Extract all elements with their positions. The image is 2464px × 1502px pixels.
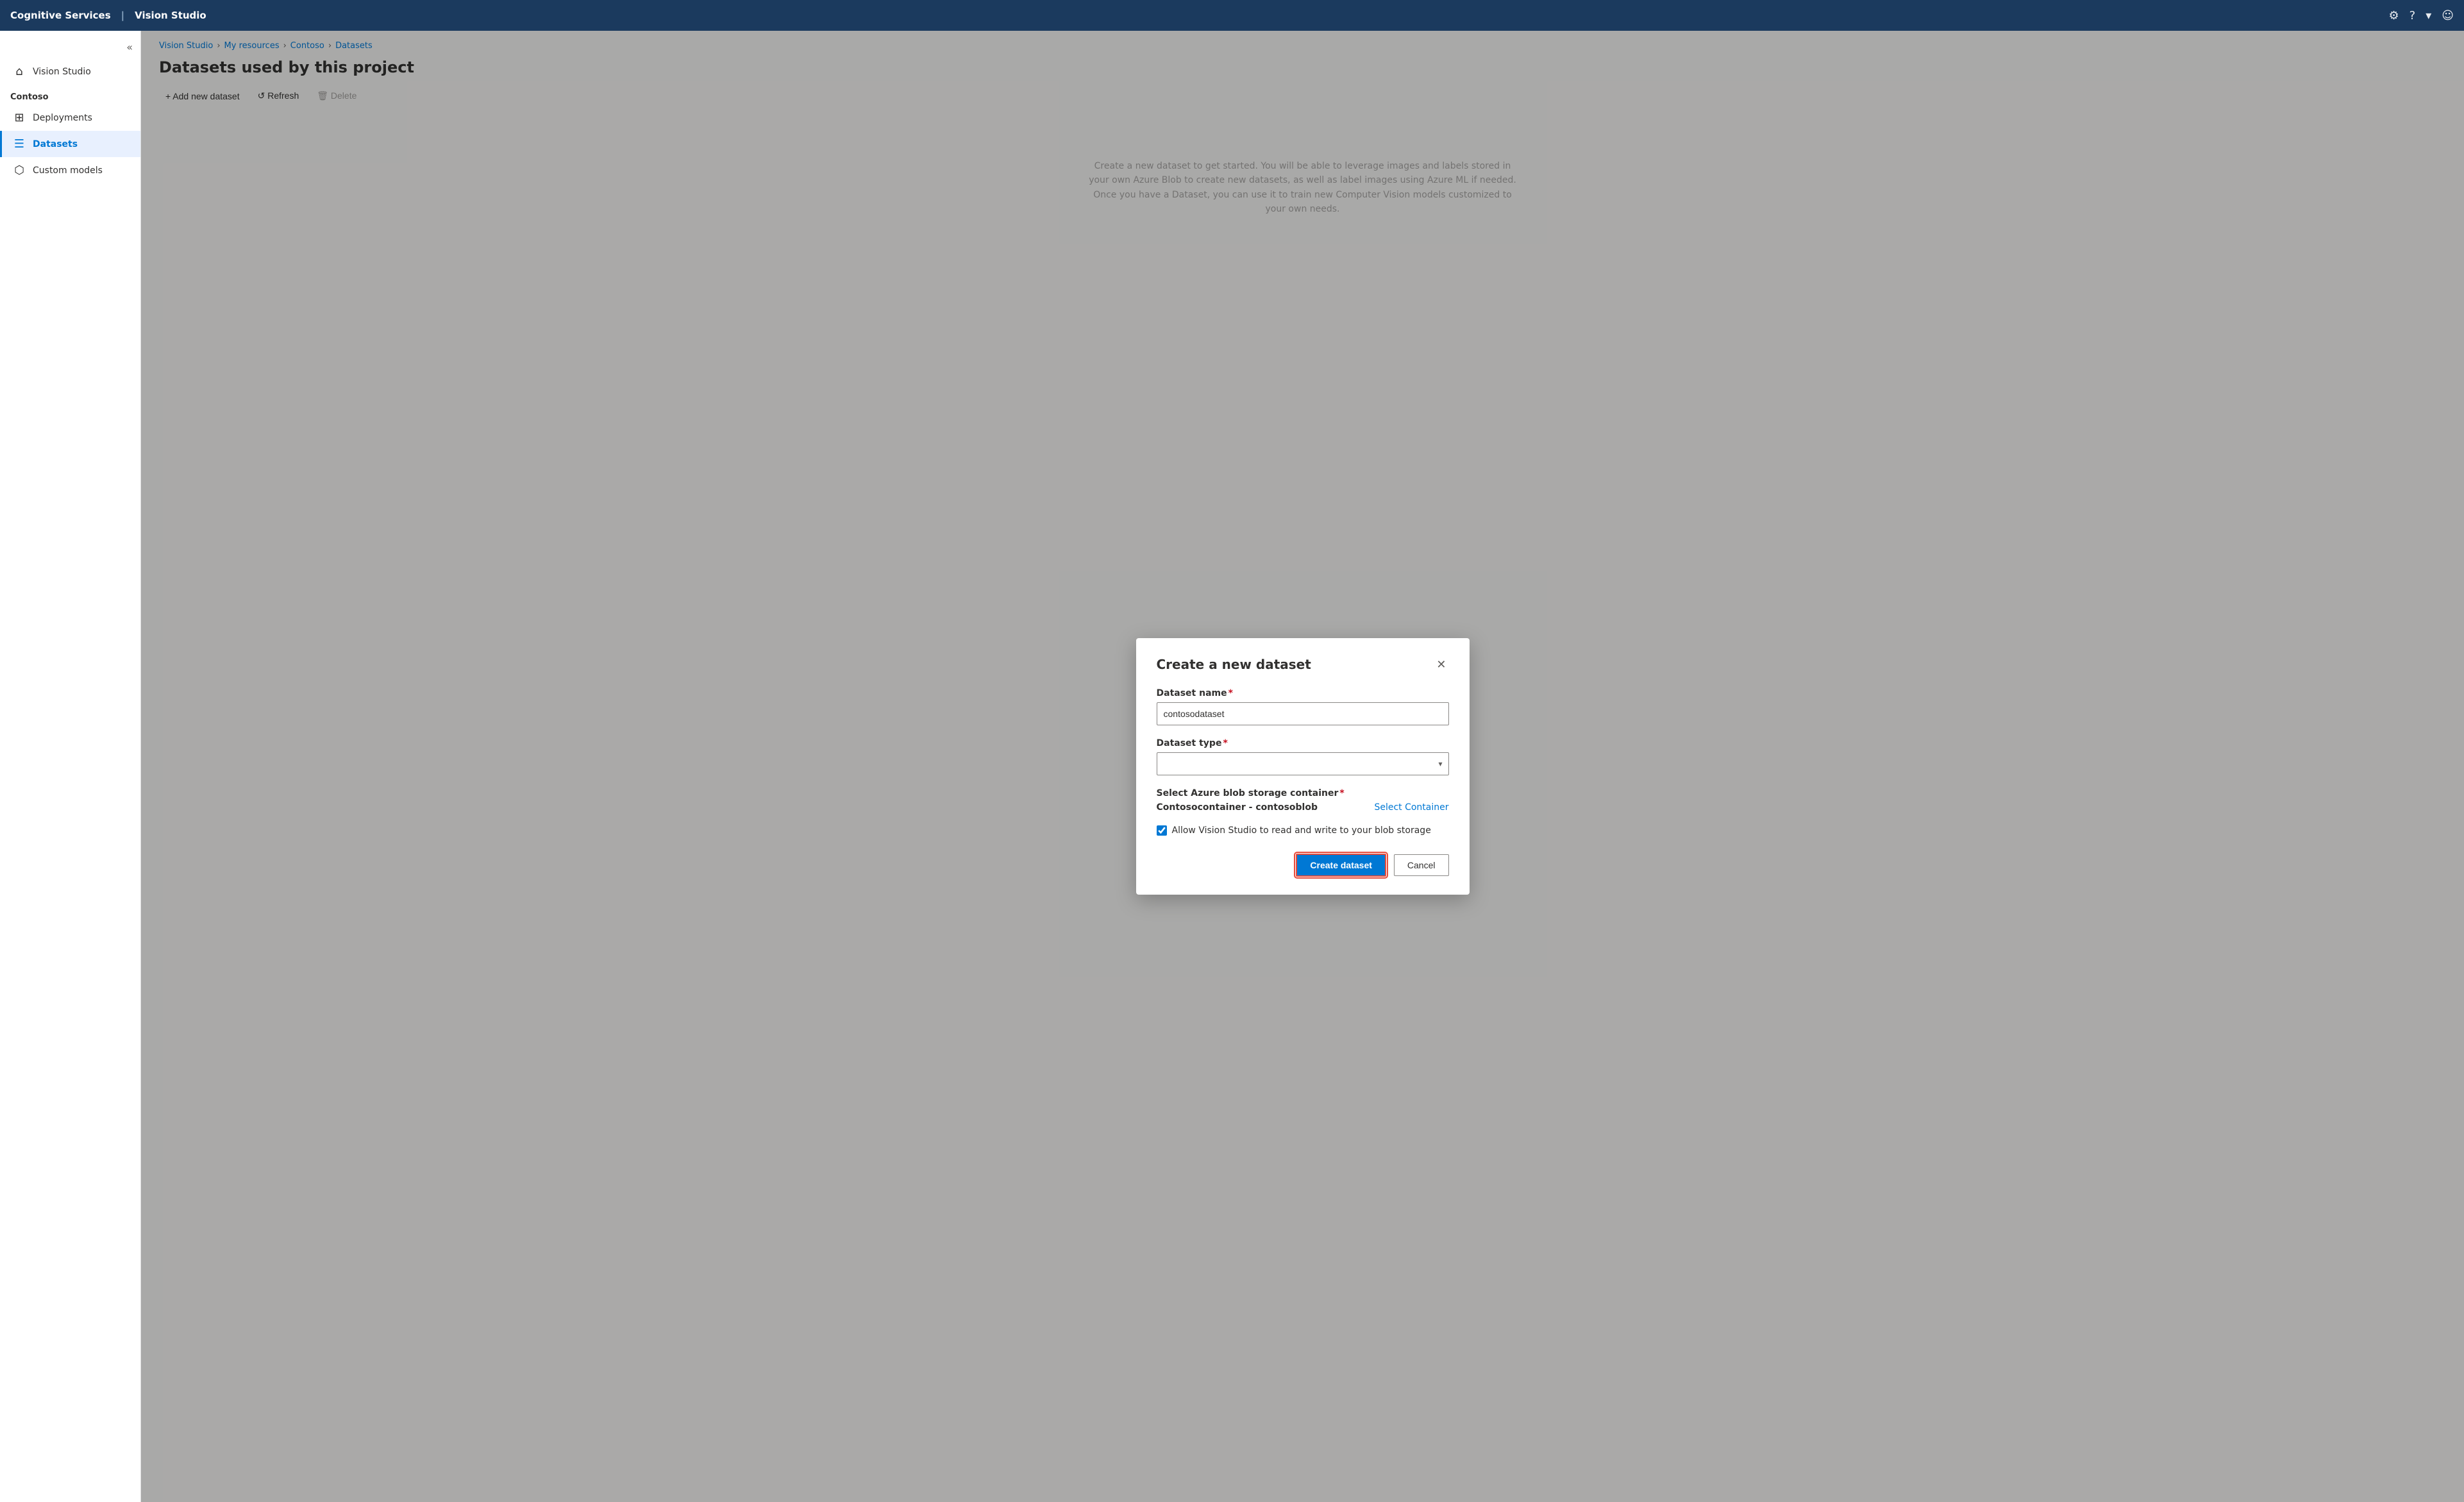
sidebar-item-deployments[interactable]: ⊞ Deployments [0, 105, 140, 131]
dataset-type-select-wrapper: ▾ [1157, 752, 1449, 775]
blob-access-checkbox[interactable] [1157, 825, 1167, 836]
dataset-name-input[interactable] [1157, 702, 1449, 725]
modal-close-button[interactable]: ✕ [1434, 656, 1448, 673]
required-star-type: * [1223, 738, 1227, 748]
deployments-icon: ⊞ [12, 111, 26, 124]
nav-brand: Cognitive Services | Vision Studio [10, 10, 206, 21]
modal-overlay: Create a new dataset ✕ Dataset name* Dat… [141, 31, 2464, 1502]
select-container-link[interactable]: Select Container [1374, 802, 1448, 813]
azure-blob-label: Select Azure blob storage container* [1157, 788, 1449, 798]
sidebar-item-datasets[interactable]: ☰ Datasets [0, 131, 140, 157]
cancel-button[interactable]: Cancel [1394, 854, 1449, 876]
dataset-type-label: Dataset type* [1157, 738, 1449, 748]
required-star-name: * [1228, 688, 1233, 698]
sidebar-item-custom-models[interactable]: ⬡ Custom models [0, 157, 140, 183]
content-area: Vision Studio › My resources › Contoso ›… [141, 31, 2464, 1502]
sidebar-item-label: Vision Studio [33, 67, 91, 77]
azure-blob-group: Select Azure blob storage container* Con… [1157, 788, 1449, 813]
user-icon[interactable]: ☺ [2442, 9, 2454, 22]
dataset-type-select[interactable] [1157, 752, 1449, 775]
sidebar: « ⌂ Vision Studio Contoso ⊞ Deployments … [0, 31, 141, 1502]
sidebar-item-label: Custom models [33, 165, 103, 176]
sidebar-item-label: Deployments [33, 113, 92, 123]
checkbox-row: Allow Vision Studio to read and write to… [1157, 825, 1449, 836]
container-name-label: Contosocontainer - contosoblob [1157, 802, 1318, 813]
modal-title: Create a new dataset [1157, 657, 1311, 672]
brand-label: Cognitive Services [10, 10, 111, 21]
help-icon[interactable]: ? [2410, 9, 2416, 22]
dataset-name-label: Dataset name* [1157, 688, 1449, 698]
main-layout: « ⌂ Vision Studio Contoso ⊞ Deployments … [0, 31, 2464, 1502]
modal-footer: Create dataset Cancel [1157, 854, 1449, 877]
sidebar-collapse-button[interactable]: « [0, 36, 140, 58]
dataset-type-group: Dataset type* ▾ [1157, 738, 1449, 775]
modal-header: Create a new dataset ✕ [1157, 656, 1449, 673]
top-nav: Cognitive Services | Vision Studio ⚙ ? ▾… [0, 0, 2464, 31]
container-row: Contosocontainer - contosoblob Select Co… [1157, 802, 1449, 813]
sidebar-section-label: Contoso [0, 85, 140, 105]
nav-divider: | [121, 10, 124, 21]
create-dataset-button[interactable]: Create dataset [1296, 854, 1386, 877]
sidebar-item-vision-studio[interactable]: ⌂ Vision Studio [0, 58, 140, 85]
dataset-name-group: Dataset name* [1157, 688, 1449, 725]
dropdown-icon[interactable]: ▾ [2426, 9, 2431, 22]
home-icon: ⌂ [12, 65, 26, 78]
required-star-blob: * [1339, 788, 1344, 798]
settings-icon[interactable]: ⚙ [2388, 9, 2399, 22]
nav-icons: ⚙ ? ▾ ☺ [2388, 9, 2454, 22]
sidebar-item-label: Datasets [33, 139, 78, 149]
datasets-icon: ☰ [12, 137, 26, 151]
create-dataset-modal: Create a new dataset ✕ Dataset name* Dat… [1136, 638, 1470, 895]
blob-access-label: Allow Vision Studio to read and write to… [1172, 825, 1431, 836]
product-label: Vision Studio [135, 10, 206, 21]
custom-models-icon: ⬡ [12, 164, 26, 177]
